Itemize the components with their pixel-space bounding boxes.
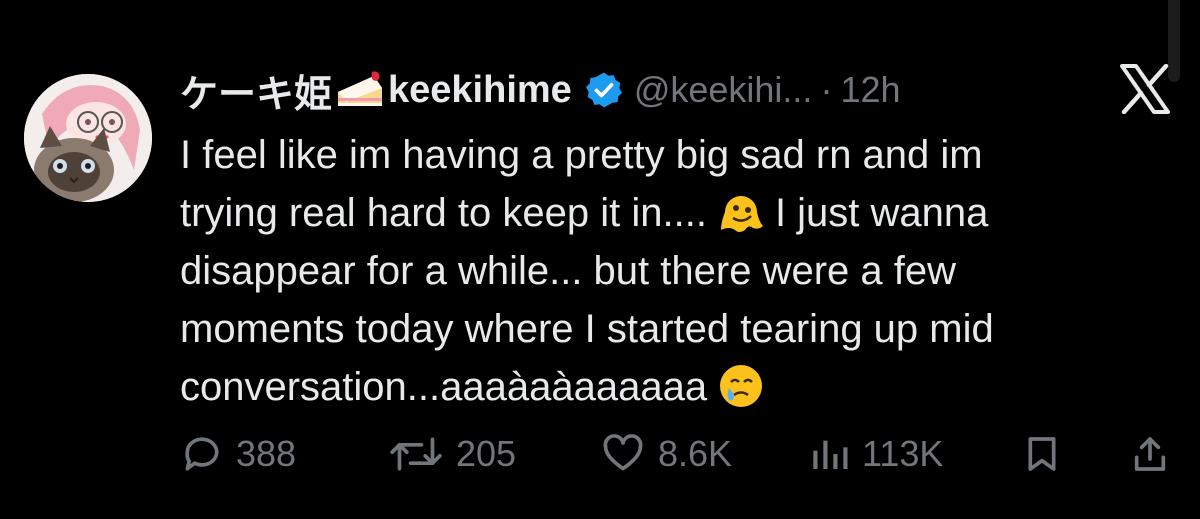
tweet-header: ケーキ姫 keekihime @keekihi... · 12h bbox=[180, 62, 901, 118]
tweet-text-line: moments today where I started tearing up… bbox=[180, 307, 994, 351]
tweet-text-line: conversation...aaaàaàaaaaaa bbox=[180, 358, 1170, 416]
handle[interactable]: @keekihi... bbox=[634, 69, 813, 111]
tweet-text-line: trying real hard to keep it in.... I just… bbox=[180, 184, 1170, 242]
like-count: 8.6K bbox=[658, 433, 733, 474]
x-logo-icon[interactable] bbox=[1118, 63, 1172, 115]
shortcake-emoji bbox=[334, 70, 386, 110]
tweet-text: I feel like im having a pretty big sad r… bbox=[180, 126, 1170, 416]
heart-icon bbox=[603, 434, 643, 471]
face-holding-back-tears-emoji bbox=[717, 362, 765, 410]
tweet-actions: 388 205 8.6K 113K bbox=[180, 424, 1180, 484]
melting-face-emoji bbox=[717, 188, 765, 236]
bookmark-icon bbox=[1028, 437, 1056, 471]
verified-badge-icon bbox=[584, 70, 624, 110]
views-icon bbox=[813, 440, 848, 469]
view-count: 113K bbox=[862, 433, 944, 474]
reply-icon bbox=[185, 437, 219, 471]
views-button[interactable]: 113K bbox=[810, 424, 943, 484]
tweet-text-segment: conversation...aaaàaàaaaaaa bbox=[180, 365, 708, 409]
tweet-text-line: disappear for a while... but there were … bbox=[180, 249, 956, 293]
tweet-text-line: I feel like im having a pretty big sad r… bbox=[180, 133, 983, 177]
tweet-text-segment: I just wanna bbox=[774, 191, 989, 235]
repost-icon bbox=[390, 437, 442, 471]
tweet-card[interactable]: ケーキ姫 keekihime @keekihi... · 12h I feel … bbox=[0, 0, 1200, 519]
timestamp[interactable]: 12h bbox=[840, 69, 900, 111]
share-icon bbox=[1134, 437, 1166, 471]
tweet-text-segment: trying real hard to keep it in.... bbox=[180, 191, 707, 235]
avatar[interactable] bbox=[24, 74, 152, 202]
repost-button[interactable]: 205 bbox=[388, 424, 516, 484]
username[interactable]: keekihime bbox=[388, 69, 572, 112]
display-name[interactable]: ケーキ姫 bbox=[180, 63, 332, 118]
like-button[interactable]: 8.6K bbox=[600, 424, 732, 484]
bookmark-button[interactable] bbox=[1022, 424, 1062, 484]
reply-count: 388 bbox=[236, 433, 297, 474]
share-button[interactable] bbox=[1130, 424, 1170, 484]
avatar-image bbox=[24, 74, 152, 202]
reply-button[interactable]: 388 bbox=[180, 424, 296, 484]
separator-dot: · bbox=[820, 69, 833, 110]
repost-count: 205 bbox=[456, 433, 517, 474]
